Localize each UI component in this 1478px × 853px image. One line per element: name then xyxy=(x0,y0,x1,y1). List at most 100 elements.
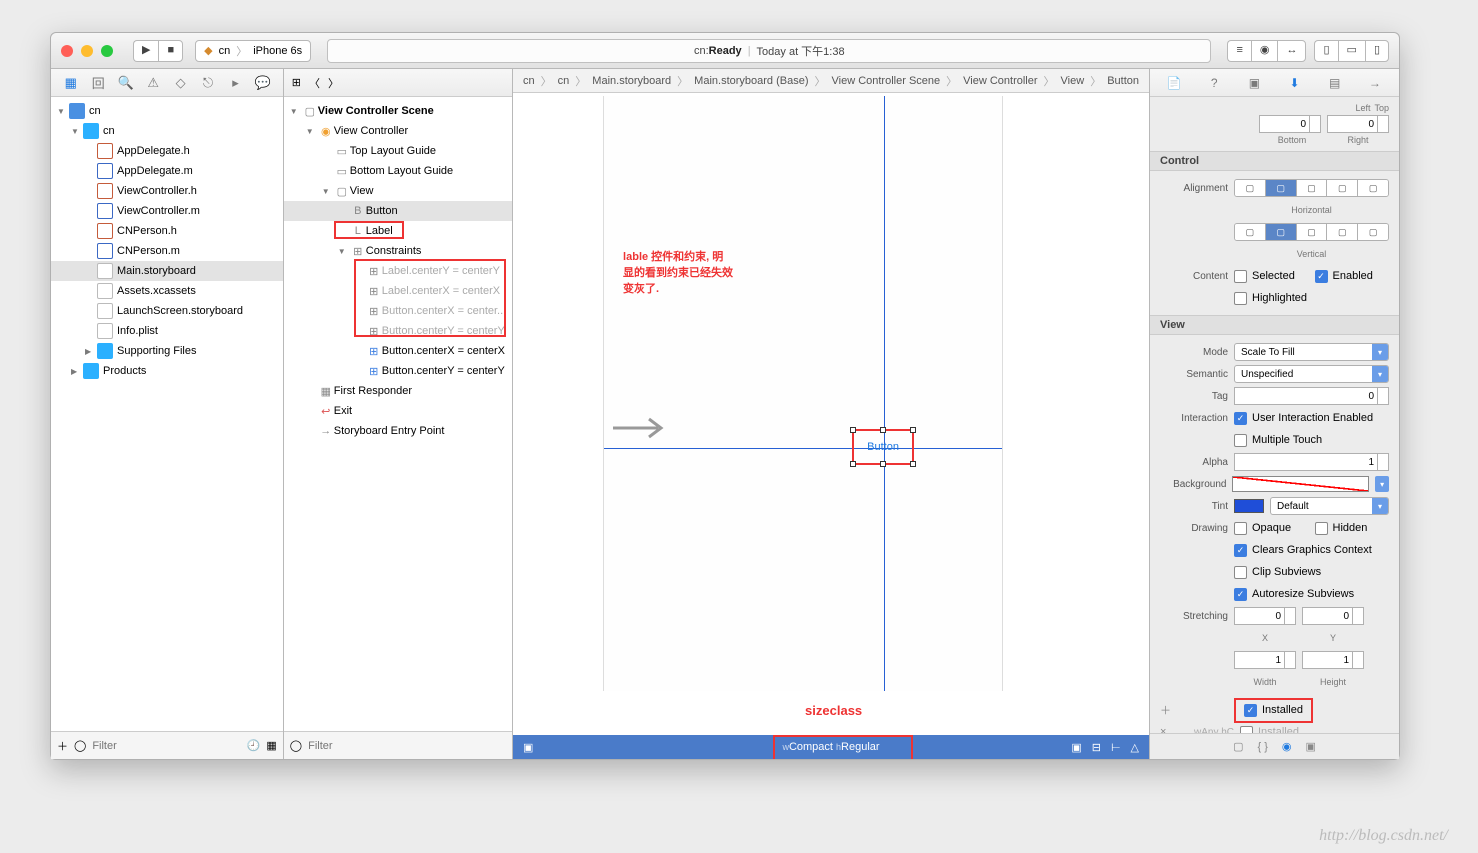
outline-item[interactable]: ▦First Responder xyxy=(284,381,512,401)
toggle-navigator[interactable]: ▯ xyxy=(1314,40,1337,62)
file-tree-item[interactable]: Info.plist xyxy=(51,321,283,341)
outline-item[interactable]: ⊞Button.centerY = centerY xyxy=(284,361,512,381)
file-tree-item[interactable]: mViewController.m xyxy=(51,201,283,221)
vertical-alignment-control[interactable]: ▢▢▢▢▢ xyxy=(1234,223,1389,241)
outline-item[interactable]: ▭Top Layout Guide xyxy=(284,141,512,161)
resolve-issues-button[interactable]: △ xyxy=(1131,741,1139,754)
file-tree-item[interactable]: ▼cn xyxy=(51,121,283,141)
outline-item[interactable]: ▭Bottom Layout Guide xyxy=(284,161,512,181)
nav-tab-breakpoints[interactable]: ▸ xyxy=(227,74,245,92)
editor-version[interactable]: ↔ xyxy=(1277,40,1306,62)
outline-item[interactable]: ▼▢View xyxy=(284,181,512,201)
insp-tab-attributes[interactable]: ⬇ xyxy=(1285,73,1305,93)
clip-subviews-checkbox[interactable] xyxy=(1234,566,1247,579)
highlighted-checkbox[interactable] xyxy=(1234,292,1247,305)
insp-tab-file[interactable]: 📄 xyxy=(1164,73,1184,93)
file-tree[interactable]: ▼cn▼cnhAppDelegate.hmAppDelegate.mhViewC… xyxy=(51,97,283,731)
outline-item[interactable]: ▼▢View Controller Scene xyxy=(284,101,512,121)
add-file-button[interactable]: ＋ xyxy=(57,738,68,754)
user-interaction-checkbox[interactable] xyxy=(1234,412,1247,425)
enabled-checkbox[interactable] xyxy=(1315,270,1328,283)
file-tree-item[interactable]: ▶Products xyxy=(51,361,283,381)
remove-variation-1[interactable]: × xyxy=(1160,726,1172,733)
outline-item[interactable]: ⊞Label.centerX = centerX xyxy=(284,281,512,301)
nav-tab-find[interactable]: 🔍 xyxy=(117,74,135,92)
opaque-checkbox[interactable] xyxy=(1234,522,1247,535)
size-class-selector[interactable]: wCompact hRegular xyxy=(782,741,879,753)
installed-checkbox[interactable] xyxy=(1244,704,1257,717)
breadcrumb-item[interactable]: Main.storyboard (Base) xyxy=(692,75,810,87)
toggle-outline-icon[interactable]: ▣ xyxy=(523,741,533,754)
maximize-window-button[interactable] xyxy=(101,45,113,57)
file-tree-item[interactable]: ▼cn xyxy=(51,101,283,121)
scene-outline[interactable]: ▼▢View Controller Scene▼◉View Controller… xyxy=(284,97,512,731)
horizontal-alignment-control[interactable]: ▢▢▢▢▢ xyxy=(1234,179,1389,197)
outline-item[interactable]: →Storyboard Entry Point xyxy=(284,421,512,441)
lib-code-snippets[interactable]: { } xyxy=(1257,741,1267,753)
nav-tab-reports[interactable]: 💬 xyxy=(254,74,272,92)
nav-tab-tests[interactable]: ◇ xyxy=(172,74,190,92)
outline-item[interactable]: ▼⊞Constraints xyxy=(284,241,512,261)
breadcrumb-item[interactable]: Main.storyboard xyxy=(590,75,673,87)
stop-button[interactable]: ■ xyxy=(158,40,183,62)
pin-button[interactable]: ⊢ xyxy=(1111,741,1121,754)
close-window-button[interactable] xyxy=(61,45,73,57)
insp-tab-help[interactable]: ? xyxy=(1204,73,1224,93)
outline-item[interactable]: ↩Exit xyxy=(284,401,512,421)
lib-file-templates[interactable]: ▢ xyxy=(1233,740,1243,753)
back-button[interactable]: 〈 xyxy=(309,75,320,91)
breadcrumb-item[interactable]: cn xyxy=(556,75,572,87)
clear-graphics-checkbox[interactable] xyxy=(1234,544,1247,557)
outline-item[interactable]: ⊞Button.centerY = centerY xyxy=(284,321,512,341)
file-tree-item[interactable]: LaunchScreen.storyboard xyxy=(51,301,283,321)
selected-checkbox[interactable] xyxy=(1234,270,1247,283)
file-tree-item[interactable]: Main.storyboard xyxy=(51,261,283,281)
minimize-window-button[interactable] xyxy=(81,45,93,57)
interface-builder-canvas[interactable]: Button lable 控件和约束, 明 显的看到约束已经失效 变灰了. si… xyxy=(513,93,1149,759)
nav-tab-issues[interactable]: ⚠ xyxy=(144,74,162,92)
autoresize-checkbox[interactable] xyxy=(1234,588,1247,601)
breadcrumb[interactable]: cn〉cn〉Main.storyboard〉Main.storyboard (B… xyxy=(513,69,1149,93)
embed-in-button[interactable]: ▣ xyxy=(1071,741,1081,754)
add-variation-button[interactable]: ＋ xyxy=(1160,702,1172,718)
breadcrumb-item[interactable]: cn xyxy=(521,75,537,87)
filter-input[interactable] xyxy=(92,740,240,752)
outline-item[interactable]: BButton xyxy=(284,201,512,221)
semantic-dropdown[interactable]: Unspecified xyxy=(1234,365,1389,383)
multiple-touch-checkbox[interactable] xyxy=(1234,434,1247,447)
file-tree-item[interactable]: mCNPerson.m xyxy=(51,241,283,261)
background-color-well[interactable] xyxy=(1232,476,1369,492)
installed-anyhc-checkbox[interactable] xyxy=(1240,726,1253,734)
breadcrumb-item[interactable]: View Controller Scene xyxy=(830,75,943,87)
file-tree-item[interactable]: mAppDelegate.m xyxy=(51,161,283,181)
tint-dropdown[interactable]: Default xyxy=(1270,497,1389,515)
forward-button[interactable]: 〉 xyxy=(328,75,339,91)
file-tree-item[interactable]: ▶Supporting Files xyxy=(51,341,283,361)
breadcrumb-item[interactable]: View xyxy=(1059,75,1087,87)
nav-tab-symbol[interactable]: 回 xyxy=(89,74,107,92)
background-color-menu[interactable]: ▾ xyxy=(1375,476,1389,492)
file-tree-item[interactable]: hCNPerson.h xyxy=(51,221,283,241)
scheme-selector[interactable]: ◆cn 〉 iPhone 6s xyxy=(195,40,311,62)
tag-field[interactable] xyxy=(1234,387,1389,405)
editor-assistant[interactable]: ◉ xyxy=(1251,40,1278,62)
insp-tab-connections[interactable]: → xyxy=(1365,73,1385,93)
breadcrumb-item[interactable]: View Controller xyxy=(961,75,1039,87)
filter-sourcectrl-icon[interactable]: ▦ xyxy=(266,739,276,752)
outline-item[interactable]: ▼◉View Controller xyxy=(284,121,512,141)
hidden-checkbox[interactable] xyxy=(1315,522,1328,535)
outline-item[interactable]: ⊞Button.centerX = centerX xyxy=(284,341,512,361)
outline-item[interactable]: ⊞Label.centerY = centerY xyxy=(284,261,512,281)
toggle-debug[interactable]: ▭ xyxy=(1338,40,1365,62)
editor-standard[interactable]: ≡ xyxy=(1227,40,1250,62)
view-controller-canvas[interactable]: Button xyxy=(603,96,1003,691)
nav-tab-project[interactable]: ▦ xyxy=(62,74,80,92)
insp-tab-size[interactable]: ▤ xyxy=(1325,73,1345,93)
related-items-icon[interactable]: ⊞ xyxy=(292,76,301,89)
mode-dropdown[interactable]: Scale To Fill xyxy=(1234,343,1389,361)
lib-objects[interactable]: ◉ xyxy=(1282,740,1292,753)
nav-tab-debug[interactable]: ⎋ xyxy=(199,74,217,92)
run-button[interactable]: ▶ xyxy=(133,40,158,62)
outline-item[interactable]: LLabel xyxy=(284,221,512,241)
outline-filter-input[interactable] xyxy=(308,740,506,752)
